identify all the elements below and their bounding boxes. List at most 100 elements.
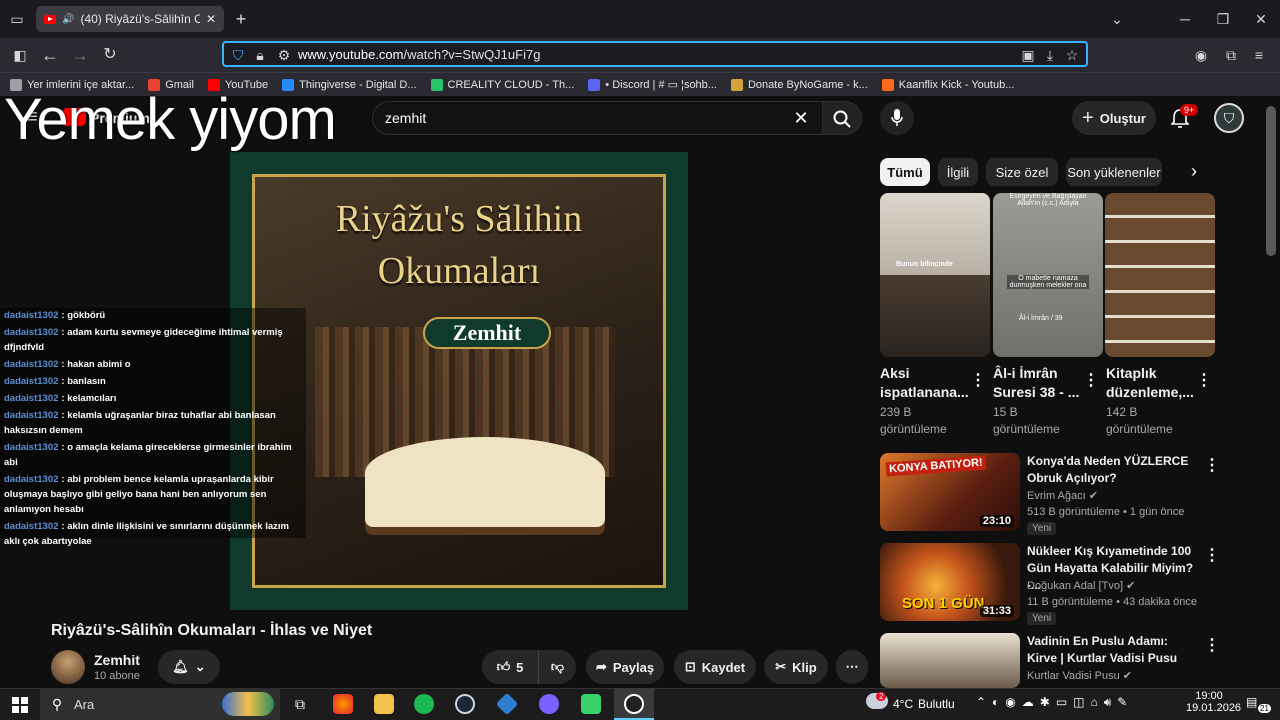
chevron-down-icon[interactable]: ⌄ [1106, 8, 1128, 30]
video-title[interactable]: Vadinin En Puslu Adamı: Kirve | Kurtlar … [1027, 633, 1199, 667]
chat-username[interactable]: dadaist1302 [4, 376, 58, 387]
chip-recent[interactable]: Son yüklenenler [1066, 158, 1162, 186]
video-thumbnail[interactable]: SON 1 GÜN 31:33 [880, 543, 1020, 621]
subscriber-count: 10 abone [94, 670, 140, 682]
share-button[interactable]: ➦ Paylaş [586, 650, 664, 684]
chat-username[interactable]: dadaist1302 [4, 310, 58, 321]
account-icon[interactable]: ◉ [1190, 44, 1212, 66]
more-actions-button[interactable]: ⋯ [836, 650, 868, 684]
weather-temp[interactable]: 4°C [893, 697, 913, 711]
reload-icon[interactable]: ↻ [98, 44, 122, 66]
chat-username[interactable]: dadaist1302 [4, 410, 58, 421]
chat-username[interactable]: dadaist1302 [4, 359, 58, 370]
more-vert-icon[interactable]: ⋮ [970, 370, 986, 390]
browser-tab-bar: ▭ 🔊 (40) Riyâzü's-Sâlihîn Okuma ✕ + ⌄ ─ … [0, 0, 1280, 38]
permissions-icon[interactable]: ⚙ [274, 44, 294, 66]
notification-center-icon[interactable]: ▤ [1246, 695, 1257, 709]
chat-username[interactable]: dadaist1302 [4, 442, 58, 453]
url-bar[interactable]: ⛉ 🔒︎ ⚙ www.youtube.com/watch?v=StwQJ1uFi… [222, 41, 1088, 67]
chip-related[interactable]: İlgili [938, 158, 978, 186]
taskbar-search-placeholder: Ara [74, 696, 95, 712]
short-thumbnail[interactable]: Bunun bilincinde [880, 193, 990, 357]
close-window-icon[interactable]: ✕ [1250, 8, 1272, 30]
spotify-icon[interactable] [414, 694, 434, 714]
chat-username[interactable]: dadaist1302 [4, 521, 58, 532]
menu-icon[interactable]: ≡ [1248, 44, 1270, 66]
short-title[interactable]: Kitaplık düzenleme,... [1106, 364, 1202, 402]
video-title[interactable]: Konya'da Neden YÜZLERCE Obruk Açılıyor? [1027, 453, 1199, 487]
more-vert-icon[interactable]: ⋮ [1204, 635, 1220, 655]
search-input[interactable]: zemhit [372, 101, 822, 135]
bookmark-item[interactable]: CREALITY CLOUD - Th... [430, 78, 574, 91]
task-view-icon[interactable]: ⧉ [290, 693, 310, 715]
steam-icon[interactable] [455, 694, 475, 714]
video-thumbnail[interactable]: KONYA BATIYOR! 23:10 [880, 453, 1020, 531]
chat-username[interactable]: dadaist1302 [4, 327, 58, 338]
chat-username[interactable]: dadaist1302 [4, 393, 58, 404]
voice-search-button[interactable] [880, 101, 914, 135]
video-thumbnail[interactable] [880, 633, 1020, 688]
discord-app-icon[interactable] [581, 694, 601, 714]
search-icon: ⚲ [51, 696, 63, 712]
pip-icon[interactable]: ▣ [1018, 44, 1038, 66]
avatar[interactable]: ⛉ [1214, 103, 1244, 133]
active-app-button[interactable] [614, 688, 654, 720]
short-thumbnail[interactable]: Esirgeyen ve Bağışlayan Allah'ın (c.c.) … [993, 193, 1103, 357]
tab-list-icon[interactable]: ▭ [6, 8, 28, 30]
forward-icon[interactable]: → [68, 44, 92, 66]
taskbar-search-box[interactable]: ⚲ Ara [40, 688, 280, 720]
cover-title-line2: Okumaları [377, 250, 541, 292]
channel-name[interactable]: Kurtlar Vadisi Pusu ✔ [1027, 669, 1132, 682]
chip-for-you[interactable]: Size özel [986, 158, 1058, 186]
maximize-icon[interactable]: ❐ [1212, 8, 1234, 30]
back-icon[interactable]: ← [38, 44, 62, 66]
weather-text[interactable]: Bulutlu [918, 697, 955, 711]
file-explorer-icon[interactable] [374, 694, 394, 714]
speaker-icon[interactable]: 🔊 [62, 14, 74, 25]
download-icon[interactable]: ⤓ [1040, 44, 1060, 66]
chat-username[interactable]: dadaist1302 [4, 474, 58, 485]
extensions-icon[interactable]: ⧉ [1220, 44, 1242, 66]
channel-name[interactable]: Evrim Ağacı ✔ [1027, 489, 1098, 502]
close-tab-icon[interactable]: ✕ [206, 12, 216, 26]
short-title[interactable]: Âl-i İmrân Suresi 38 - ... [993, 364, 1089, 402]
save-button[interactable]: ⊡ Kaydet [674, 650, 756, 684]
create-button[interactable]: + Oluştur [1072, 101, 1156, 135]
bookmark-star-icon[interactable]: ☆ [1062, 44, 1082, 66]
chip-all[interactable]: Tümü [880, 158, 930, 186]
subscribe-bell-button[interactable]: 🔔︎ ⌄ [158, 650, 220, 684]
chevron-right-icon[interactable]: › [1184, 160, 1204, 182]
clock[interactable]: 19:00 19.01.2026 [1186, 690, 1241, 714]
more-vert-icon[interactable]: ⋮ [1204, 545, 1220, 565]
short-thumbnail[interactable] [1105, 193, 1215, 357]
search-button[interactable] [822, 101, 862, 135]
channel-name[interactable]: Zemhit [94, 652, 140, 668]
bookmark-item[interactable]: • Discord | # ▭ ¦sohb... [588, 78, 717, 91]
windows-start-icon[interactable] [12, 697, 28, 713]
notifications-button[interactable]: 9+ [1168, 104, 1199, 132]
like-button[interactable]: 👍︎ 5 [482, 650, 538, 684]
minimize-icon[interactable]: ─ [1174, 8, 1196, 30]
chat-app-icon[interactable] [539, 694, 559, 714]
bookmark-item[interactable]: Kaanflix Kick - Youtub... [881, 78, 1014, 91]
bookmark-item[interactable]: Donate ByNoGame - k... [730, 78, 868, 91]
lock-icon[interactable]: 🔒︎ [250, 44, 270, 66]
shield-icon[interactable]: ⛉ [228, 44, 248, 66]
search-icon [833, 110, 851, 128]
clip-button[interactable]: ✂ Klip [764, 650, 828, 684]
sidebar-toggle-icon[interactable]: ◧ [8, 44, 32, 66]
system-tray-icons[interactable]: ⌃◐◉☁✱▭◫⌂🔊︎✎ [976, 695, 1176, 710]
dislike-button[interactable]: 👎︎ [538, 650, 576, 684]
firefox-icon[interactable] [333, 694, 353, 714]
new-tab-icon[interactable]: + [230, 8, 252, 30]
clear-search-icon[interactable]: ✕ [790, 107, 812, 129]
video-duration: 31:33 [979, 605, 1014, 617]
short-title[interactable]: Aksi ispatlanana... [880, 364, 976, 402]
channel-name[interactable]: Doğukan Adal [Tvo] ✔ [1027, 579, 1135, 592]
channel-avatar[interactable] [51, 650, 85, 684]
more-vert-icon[interactable]: ⋮ [1204, 455, 1220, 475]
browser-tab-active[interactable]: 🔊 (40) Riyâzü's-Sâlihîn Okuma ✕ [36, 6, 224, 32]
more-vert-icon[interactable]: ⋮ [1196, 370, 1212, 390]
page-scrollbar[interactable] [1266, 106, 1276, 256]
more-vert-icon[interactable]: ⋮ [1083, 370, 1099, 390]
